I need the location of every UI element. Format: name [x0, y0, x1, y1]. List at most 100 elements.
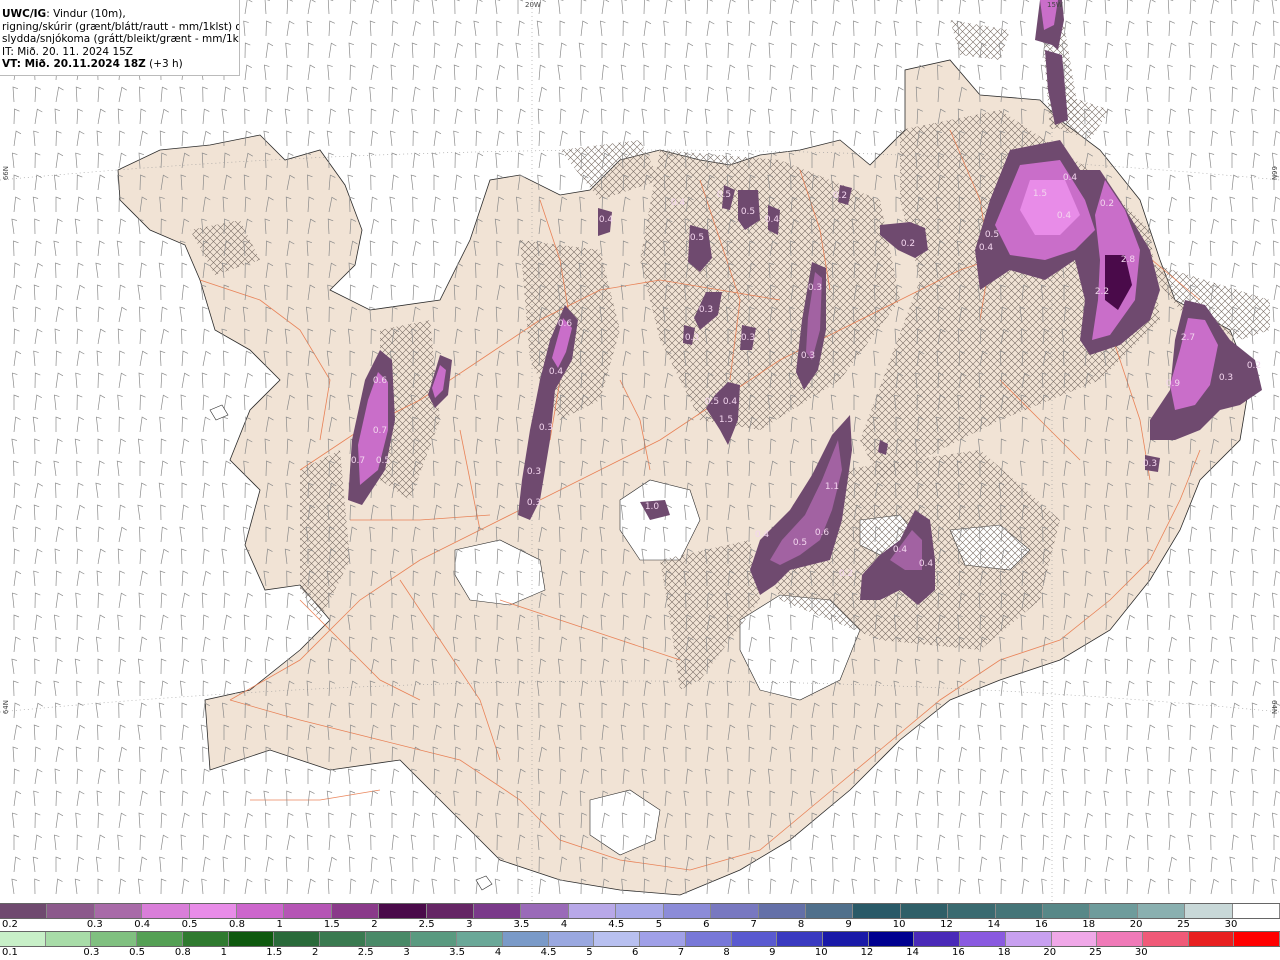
snow-legend-labels: 0.2 0.3 0.4 0.5 0.8 1 1.5 2 2.5 3 3.5 4 4.5 5 6 7 8 9 10 12…	[0, 919, 1280, 931]
rain-legend-label: 2.5	[357, 947, 374, 958]
rain-legend-label: 0.1	[2, 947, 18, 958]
precip-value: 0.3	[699, 305, 713, 315]
snow-legend-label: 12	[940, 919, 953, 930]
snow-legend-swatch	[948, 904, 996, 918]
precip-value: 0.5	[793, 538, 807, 548]
lat-label-64n-right: 64N	[1270, 700, 1278, 715]
rain-legend-swatch	[91, 932, 138, 946]
precip-value: 1.0	[645, 502, 660, 512]
precip-value: 0.2	[833, 191, 847, 201]
snow-legend-swatch	[1232, 904, 1280, 918]
snow-legend-label: 4.5	[608, 919, 625, 930]
snow-legend-swatch	[189, 904, 238, 918]
lat-label-64n-left: 64N	[2, 700, 10, 715]
precip-value: 0.4	[1063, 173, 1078, 183]
precip-value: 1.1	[825, 482, 839, 492]
precip-value: 0.3	[1143, 459, 1157, 469]
forecast-offset: (+3 h)	[145, 58, 183, 70]
rain-legend-swatch	[1234, 932, 1280, 946]
snow-legend-swatch	[995, 904, 1043, 918]
snow-legend-label: 1	[276, 919, 283, 930]
snow-legend-label: 0.4	[134, 919, 151, 930]
lat-label-66n-right: 66N	[1270, 166, 1278, 181]
precip-value: 0.2	[1247, 361, 1261, 371]
rain-legend-label: 0.8	[174, 947, 191, 958]
snow-legend-label: 2.5	[418, 919, 435, 930]
precip-value: 0.4	[599, 215, 614, 225]
rain-legend-label: 0.3	[83, 947, 100, 958]
precip-value: 2.7	[1181, 333, 1195, 343]
precip-value: 0.3	[527, 467, 541, 477]
snow-legend-label: 10	[892, 919, 906, 930]
snow-legend-label: 1.5	[323, 919, 340, 930]
precip-value: 0.5	[741, 207, 755, 217]
snow-legend-swatch	[1090, 904, 1138, 918]
snow-legend-swatch	[805, 904, 854, 918]
snow-legend-label: 2	[371, 919, 378, 930]
rain-legend-label: 4.5	[540, 947, 557, 958]
rain-legend-label: 2	[312, 947, 319, 958]
rain-legend-label: 3.5	[449, 947, 466, 958]
precip-value: 0.7	[373, 426, 387, 436]
snow-legend-swatch	[379, 904, 427, 918]
snow-legend-label: 18	[1082, 919, 1096, 930]
rain-legend-label: 9	[769, 947, 776, 958]
precip-value: 0.5	[376, 456, 390, 466]
rain-legend-swatch	[365, 932, 412, 946]
snow-color-bar	[0, 903, 1280, 919]
precip-value: 0.5	[717, 190, 731, 200]
precip-value: 0.2	[1100, 199, 1114, 209]
rain-legend-swatch	[0, 932, 46, 946]
snow-legend-label: 5	[655, 919, 663, 930]
precip-value: 2.8	[1121, 255, 1136, 265]
precip-value: 0.4	[765, 215, 780, 225]
product-title: : Vindur (10m),	[46, 8, 126, 20]
snow-legend-swatch	[1042, 904, 1091, 918]
snow-legend-swatch	[711, 904, 759, 918]
rain-legend-label: 30	[1134, 947, 1148, 958]
snow-legend-label: 6	[703, 919, 710, 930]
rain-legend-swatch	[411, 932, 458, 946]
rain-legend: 0.1 0.3 0.5 0.8 1 1.5 2 2.5 3 3.5 4 4.5 5 6 7 8 9 10 12 14 1…	[0, 931, 1280, 959]
snow-legend-label: 8	[797, 919, 805, 930]
rain-legend-swatch	[502, 932, 549, 946]
rain-legend-label: 8	[723, 947, 730, 958]
rain-legend-swatch	[640, 932, 686, 946]
snow-legend-swatch	[900, 904, 949, 918]
rain-legend-label: 25	[1089, 947, 1102, 958]
rain-legend-label: 10	[814, 947, 828, 958]
snow-legend-label: 7	[750, 919, 757, 930]
snow-legend-label: 0.3	[86, 919, 103, 930]
lat-label-66n-left: 66N	[2, 166, 10, 181]
rain-legend-swatch	[457, 932, 503, 946]
snow-legend-label: 0.5	[181, 919, 198, 930]
precip-value: 0.6	[815, 528, 830, 538]
snow-description: slydda/snjókoma (grátt/bleikt/grænt - mm…	[2, 33, 239, 45]
snow-legend-swatch	[1137, 904, 1186, 918]
snow-legend-label: 3	[466, 919, 473, 930]
precip-value: 0.4	[979, 243, 994, 253]
precip-value: 0.7	[351, 456, 365, 466]
precip-value: 0.6	[558, 319, 573, 329]
rain-legend-label: 14	[906, 947, 920, 958]
rain-legend-swatch	[960, 932, 1006, 946]
rain-legend-swatch	[45, 932, 92, 946]
snow-legend-swatch	[521, 904, 569, 918]
rain-legend-swatch	[1051, 932, 1098, 946]
snow-legend-label: 9	[845, 919, 852, 930]
snow-legend-swatch	[1185, 904, 1233, 918]
lon-label-20w: 20W	[525, 1, 541, 9]
precip-value: 0.2	[901, 239, 915, 249]
rain-legend-label: 6	[632, 947, 639, 958]
snow-legend-swatch	[0, 904, 48, 918]
initial-time: IT: Mið. 20. 11. 2024 15Z	[2, 45, 133, 58]
snow-legend: 0.2 0.3 0.4 0.5 0.8 1 1.5 2 2.5 3 3.5 4 4.5 5 6 7 8 9 10 12…	[0, 903, 1280, 931]
precip-value: 0.4	[755, 530, 770, 540]
snow-legend-swatch	[616, 904, 664, 918]
snow-legend-label: 0.8	[229, 919, 245, 930]
snow-legend-swatch	[663, 904, 712, 918]
rain-legend-swatch	[182, 932, 229, 946]
precip-value: 0.3	[801, 351, 815, 361]
precip-value: 0.3	[539, 423, 553, 433]
precip-value: 0.3	[808, 283, 822, 293]
